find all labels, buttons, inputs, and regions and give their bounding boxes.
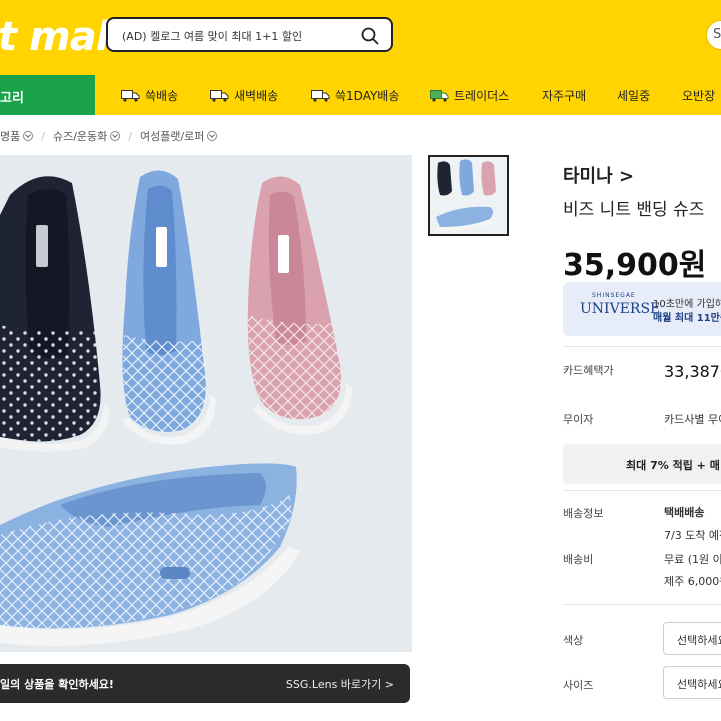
lens-banner-text: 일의 상품을 확인하세요! — [0, 678, 114, 691]
chevron-down-icon[interactable] — [110, 131, 121, 141]
header-user-button[interactable]: S — [706, 20, 721, 50]
size-label: 사이즈 — [563, 679, 594, 692]
truck-icon — [311, 89, 330, 102]
promo-line2: 매월 최대 11만원 — [653, 313, 721, 324]
search-icon[interactable] — [361, 27, 379, 45]
chevron-down-icon[interactable] — [23, 131, 34, 141]
product-price: 35,900원 — [563, 248, 707, 283]
breadcrumb-item[interactable]: 명품 — [0, 128, 34, 144]
divider — [563, 604, 721, 605]
interest-free-label: 무이자 — [563, 413, 594, 426]
main-nav: 고리 쓱배송 새벽배송 쓱1DAY배송 트레이더스 자주구매 세일중 오반장 — [0, 75, 721, 115]
size-select-value: 선택하세요 — [677, 678, 721, 691]
chevron-down-icon[interactable] — [207, 131, 218, 141]
search-bar[interactable]: (AD) 켈로그 여름 맞이 최대 1+1 할인 — [106, 17, 393, 52]
size-select[interactable]: 선택하세요 — [663, 666, 721, 699]
nav-item-obanjang[interactable]: 오반장 — [682, 87, 715, 104]
lens-shortcut-link[interactable]: SSG.Lens 바로가기 > — [286, 676, 394, 692]
promo-brand-sub: SHINSEGAE — [592, 292, 636, 299]
brand-link[interactable]: 타미나 > — [563, 162, 634, 188]
nav-item-label: 자주구매 — [542, 89, 587, 103]
nav-item-label: 세일중 — [617, 89, 651, 103]
site-logo[interactable]: t mall — [0, 14, 122, 60]
nav-item-1day-delivery[interactable]: 쓱1DAY배송 — [311, 87, 399, 104]
promo-line1: 10초만에 가입하 — [653, 299, 721, 310]
shipping-fee-jeju: 제주 6,000원 — [664, 575, 721, 588]
search-input[interactable]: (AD) 켈로그 여름 맞이 최대 1+1 할인 — [122, 28, 302, 44]
shipping-type: 택배배송 — [664, 506, 705, 519]
nav-item-label: 쓱배송 — [145, 89, 179, 103]
breadcrumb-separator: / — [41, 129, 45, 143]
color-label: 색상 — [563, 634, 584, 647]
breadcrumb: 명품 / 슈즈/운동화 / 여성플랫/로퍼 — [0, 128, 218, 144]
truck-icon — [121, 89, 140, 102]
nav-item-traders[interactable]: 트레이더스 — [430, 87, 509, 104]
universe-logo: UNIVERSE — [580, 301, 661, 317]
interest-free-value[interactable]: 카드사별 무이 — [664, 411, 721, 427]
universe-promo-banner[interactable]: SHINSEGAE UNIVERSE 10초만에 가입하 매월 최대 11만원 — [563, 282, 721, 336]
nav-item-frequent[interactable]: 자주구매 — [542, 87, 586, 104]
product-thumbnail[interactable] — [428, 155, 509, 236]
divider — [563, 490, 721, 491]
nav-item-sale[interactable]: 세일중 — [617, 87, 650, 104]
nav-item-label: 오반장 — [682, 89, 716, 103]
product-main-image[interactable] — [0, 155, 412, 652]
category-menu-button[interactable]: 고리 — [0, 75, 95, 115]
nav-item-label: 새벽배송 — [234, 89, 279, 103]
points-benefit-box[interactable]: 최대 7% 적립 + 매 — [563, 444, 721, 484]
shoes-illustration — [0, 155, 412, 652]
color-select[interactable]: 선택하세요 — [663, 622, 721, 655]
top-header: t mall (AD) 켈로그 여름 맞이 최대 1+1 할인 S — [0, 0, 721, 75]
shipping-fee-label: 배송비 — [563, 553, 594, 566]
card-benefit-price: 33,387원 — [664, 362, 721, 381]
nav-item-dawn-delivery[interactable]: 새벽배송 — [210, 87, 278, 104]
ssg-lens-banner[interactable]: 일의 상품을 확인하세요! SSG.Lens 바로가기 > — [0, 664, 410, 703]
divider — [563, 346, 721, 347]
card-benefit-label: 카드혜택가 — [563, 364, 614, 377]
points-benefit-text: 최대 7% 적립 + 매 — [626, 459, 720, 472]
breadcrumb-separator: / — [128, 129, 132, 143]
breadcrumb-item[interactable]: 슈즈/운동화 — [53, 128, 121, 144]
shipping-fee-value: 무료 (1원 이상 — [664, 553, 721, 566]
nav-item-ssg-delivery[interactable]: 쓱배송 — [121, 87, 178, 104]
breadcrumb-item[interactable]: 여성플랫/로퍼 — [140, 128, 218, 144]
nav-item-label: 쓱1DAY배송 — [335, 89, 400, 103]
thumbnail-image — [430, 157, 507, 234]
shipping-info-label: 배송정보 — [563, 507, 604, 520]
truck-icon — [430, 89, 449, 102]
nav-item-label: 트레이더스 — [454, 89, 510, 103]
color-select-value: 선택하세요 — [677, 634, 721, 647]
product-title: 비즈 니트 밴딩 슈즈 — [563, 200, 705, 220]
truck-icon — [210, 89, 229, 102]
shipping-date: 7/3 도착 예정 — [664, 529, 721, 542]
